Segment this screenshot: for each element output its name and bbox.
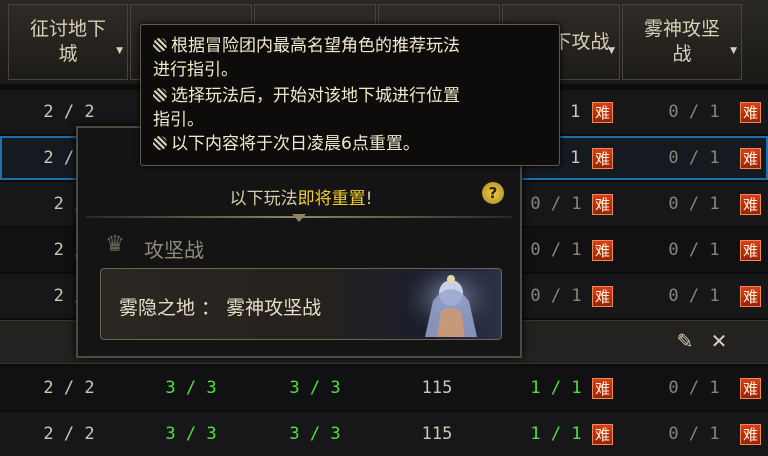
mist-goddess-portrait [407,271,493,337]
cell-mist-raid: 0 / 1 [668,194,720,214]
hard-badge[interactable]: 难 [740,240,761,261]
popup-title-highlight: 即将重置 [297,189,366,209]
hard-badge[interactable]: 难 [592,378,613,399]
tooltip-line: 选择玩法后，开始对该地下城进行位置 [153,85,460,107]
tooltip-text: 以下内容将于次日凌晨6点重置。 [171,134,420,154]
sort-caret-icon: ▼ [608,46,615,56]
pencil-icon[interactable]: ✎ [674,330,696,352]
tooltip-text: 进行指引。 [153,60,238,80]
raid-entry-name: 雾隐之地 ： 雾神攻坚战 [119,297,322,319]
table-row[interactable]: 2 / 2 3 / 3 3 / 3 115 1 / 1 难 0 / 1 难 [0,412,768,456]
cell-col2: 3 / 3 [165,378,217,398]
cell-col3: 3 / 3 [289,378,341,398]
tooltip-line: 进行指引。 [153,59,238,81]
cell-dungeon: 2 / 2 [43,424,95,444]
tooltip-text: 根据冒险团内最高名望角色的推荐玩法 [171,36,460,56]
cell-mist-raid: 0 / 1 [668,148,720,168]
cell-raid: 1 / 1 [530,378,582,398]
hard-badge[interactable]: 难 [740,378,761,399]
tooltip-line: 以下内容将于次日凌晨6点重置。 [153,133,420,155]
column-header-label: 下攻战 [552,30,610,53]
cell-raid: 0 / 1 [530,240,582,260]
column-header-dungeon[interactable]: 征讨地下城 ▼ [8,4,128,80]
raid-emblem-icon: ♛ [105,232,125,257]
bullet-icon [153,136,167,150]
hard-badge[interactable]: 难 [592,102,613,123]
table-row[interactable]: 2 / 2 3 / 3 3 / 3 115 1 / 1 难 0 / 1 难 [0,366,768,410]
guide-tooltip: 根据冒险团内最高名望角色的推荐玩法 进行指引。 选择玩法后，开始对该地下城进行位… [140,24,560,166]
cell-mist-raid: 0 / 1 [668,378,720,398]
popup-title-suffix: ! [365,189,373,209]
popup-title: 以下玩法即将重置! [78,184,524,209]
cell-mist-raid: 0 / 1 [668,286,720,306]
hard-badge[interactable]: 难 [592,240,613,261]
category-label: 攻坚战 [144,238,204,262]
cell-raid: 1 / 1 [530,424,582,444]
column-header-mist-raid[interactable]: 雾神攻坚战 ▼ [622,4,742,80]
cell-dungeon: 2 / 2 [43,378,95,398]
close-icon[interactable]: ✕ [708,330,730,352]
cell-raid: 0 / 1 [530,194,582,214]
hard-badge[interactable]: 难 [592,148,613,169]
tooltip-text: 指引。 [153,110,204,130]
hard-badge[interactable]: 难 [740,286,761,307]
cell-col3: 3 / 3 [289,424,341,444]
hard-badge[interactable]: 难 [740,148,761,169]
cell-mist-raid: 0 / 1 [668,424,720,444]
column-header-label: 征讨地下城 [29,18,106,65]
column-header-label: 雾神攻坚战 [643,18,720,65]
sort-caret-icon: ▼ [116,46,123,56]
tooltip-line: 根据冒险团内最高名望角色的推荐玩法 [153,35,460,57]
tooltip-text: 选择玩法后，开始对该地下城进行位置 [171,86,460,106]
cell-mist-raid: 0 / 1 [668,240,720,260]
tooltip-line: 指引。 [153,109,204,131]
bullet-icon [153,88,167,102]
hard-badge[interactable]: 难 [592,194,613,215]
divider-notch [292,214,306,222]
hard-badge[interactable]: 难 [740,424,761,445]
raid-entry[interactable]: 雾隐之地 ： 雾神攻坚战 [100,268,502,340]
cell-col4: 115 [421,424,453,444]
cell-col2: 3 / 3 [165,424,217,444]
hard-badge[interactable]: 难 [592,286,613,307]
bullet-icon [153,38,167,52]
cell-col4: 115 [421,378,453,398]
popup-title-prefix: 以下玩法 [229,189,298,209]
hard-badge[interactable]: 难 [592,424,613,445]
sort-caret-icon: ▼ [730,46,737,56]
cell-mist-raid: 0 / 1 [668,102,720,122]
hard-badge[interactable]: 难 [740,102,761,123]
question-icon[interactable]: ? [482,182,504,204]
hard-badge[interactable]: 难 [740,194,761,215]
cell-raid: 0 / 1 [530,286,582,306]
